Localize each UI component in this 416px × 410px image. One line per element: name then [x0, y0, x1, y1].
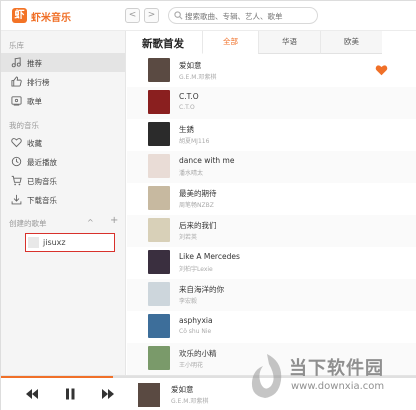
sidebar: 乐库 推荐 排行榜 歌单 我的音乐 收藏 最近播放 已购音乐 下载音乐 创建的歌…	[1, 31, 126, 375]
song-artist[interactable]: Cö shu Nie	[179, 328, 211, 335]
song-artist[interactable]: 潘水晴太	[179, 168, 203, 177]
tab-all[interactable]: 全部	[202, 31, 258, 54]
song-artist[interactable]: 王小明花	[179, 360, 203, 369]
collapse-toggle[interactable]: ^	[87, 218, 94, 227]
downxia-logo	[251, 354, 282, 398]
sidebar-item-label: 下载音乐	[27, 196, 57, 205]
song-artist[interactable]: 刘柏宇Lexie	[179, 264, 213, 273]
sidebar-item-label: 已购音乐	[27, 177, 57, 186]
album-cover[interactable]	[148, 122, 170, 146]
sidebar-item-favorites[interactable]: 收藏	[1, 133, 125, 152]
song-title[interactable]: 后来的我们	[179, 220, 217, 231]
album-cover[interactable]	[148, 250, 170, 274]
download-icon	[11, 194, 22, 205]
title-bar: 虾 虾米音乐 < >	[1, 1, 416, 31]
search-box[interactable]	[168, 7, 318, 24]
music-note-icon	[11, 57, 21, 68]
album-cover[interactable]	[148, 282, 170, 306]
now-playing-cover[interactable]	[138, 383, 160, 407]
back-button[interactable]: <	[125, 8, 140, 23]
song-title[interactable]: 来自海洋的你	[179, 284, 224, 295]
song-row[interactable]: 爱如意 G.E.M.邓紫棋	[127, 55, 416, 87]
prev-icon[interactable]	[25, 388, 39, 400]
tab-western[interactable]: 欧美	[320, 31, 382, 54]
song-title[interactable]: 生銹	[179, 124, 194, 135]
song-title[interactable]: asphyxia	[179, 316, 213, 325]
song-artist[interactable]: G.E.M.邓紫棋	[179, 72, 216, 81]
watermark-url: www.downxia.com	[291, 381, 385, 392]
sidebar-item-recommend[interactable]: 推荐	[1, 53, 125, 72]
song-row[interactable]: 生銹 胡夏MJ116	[127, 119, 416, 151]
song-artist[interactable]: 刘若英	[179, 232, 197, 241]
app-name: 虾米音乐	[31, 13, 71, 24]
heart-outline-icon	[11, 138, 22, 148]
search-input[interactable]	[185, 9, 315, 23]
song-title[interactable]: Like A Mercedes	[179, 252, 240, 261]
next-icon[interactable]	[101, 388, 115, 400]
sidebar-item-playlists[interactable]: 歌单	[1, 91, 125, 110]
now-playing-title: 爱如意	[171, 385, 194, 394]
forward-button[interactable]: >	[144, 8, 159, 23]
sidebar-item-charts[interactable]: 排行榜	[1, 72, 125, 91]
song-row[interactable]: 来自海洋的你 李宏毅	[127, 279, 416, 311]
album-cover[interactable]	[148, 58, 170, 82]
playlist-icon	[11, 96, 22, 106]
sidebar-item-recent[interactable]: 最近播放	[1, 152, 125, 171]
my-music-section-label: 我的音乐	[9, 121, 39, 130]
sidebar-item-purchased[interactable]: 已购音乐	[1, 171, 125, 190]
playlist-item[interactable]: jisuxz	[25, 233, 115, 252]
song-artist[interactable]: C.T.O	[179, 104, 195, 111]
tab-chinese[interactable]: 华语	[258, 31, 320, 54]
thumbs-up-icon	[11, 76, 22, 87]
watermark-name: 当下软件园	[289, 358, 384, 379]
album-cover[interactable]	[148, 346, 170, 370]
song-title[interactable]: 最美的期待	[179, 188, 217, 199]
album-cover[interactable]	[148, 186, 170, 210]
heart-icon[interactable]	[375, 64, 388, 76]
album-cover[interactable]	[148, 90, 170, 114]
song-artist[interactable]: 胡夏MJ116	[179, 136, 209, 145]
clock-icon	[11, 156, 22, 167]
song-row[interactable]: 后来的我们 刘若英	[127, 215, 416, 247]
search-icon	[174, 11, 183, 20]
sidebar-item-label: 推荐	[27, 59, 42, 68]
song-row[interactable]: C.T.O C.T.O	[127, 87, 416, 119]
song-title[interactable]: 爱如意	[179, 60, 202, 71]
sidebar-item-downloads[interactable]: 下载音乐	[1, 190, 125, 209]
song-title[interactable]: C.T.O	[179, 92, 199, 101]
sidebar-item-label: 最近播放	[27, 158, 57, 167]
site-watermark: 当下软件园 www.downxia.com	[247, 351, 415, 407]
library-section-label: 乐库	[9, 41, 24, 50]
created-playlists-label: 创建的歌单	[9, 219, 47, 228]
song-artist[interactable]: 周笔畅NZBZ	[179, 200, 214, 209]
song-row[interactable]: dance with me 潘水晴太	[127, 151, 416, 183]
song-title[interactable]: dance with me	[179, 156, 234, 165]
app-logo: 虾	[12, 8, 27, 23]
sidebar-item-label: 排行榜	[27, 78, 50, 87]
add-playlist-button[interactable]: +	[110, 215, 118, 226]
sidebar-item-label: 歌单	[27, 97, 42, 106]
page-title: 新歌首发	[142, 38, 184, 50]
song-artist[interactable]: 李宏毅	[179, 296, 197, 305]
cart-icon	[11, 175, 22, 186]
main-content: 新歌首发 全部 华语 欧美 爱如意 G.E.M.邓紫棋 C.T.O C.T.O 生銹 胡夏…	[127, 31, 416, 375]
album-cover[interactable]	[148, 218, 170, 242]
sidebar-item-label: 收藏	[27, 139, 42, 148]
pause-icon[interactable]	[63, 388, 77, 400]
album-cover[interactable]	[148, 154, 170, 178]
now-playing-artist: G.E.M.邓紫棋	[171, 398, 209, 405]
xiami-music-window: 虾 虾米音乐 < > 乐库 推荐 排行榜	[0, 0, 416, 410]
song-row[interactable]: Like A Mercedes 刘柏宇Lexie	[127, 247, 416, 279]
song-row[interactable]: asphyxia Cö shu Nie	[127, 311, 416, 343]
album-cover[interactable]	[148, 314, 170, 338]
song-title[interactable]: 欢乐的小精	[179, 348, 217, 359]
playlist-name: jisuxz	[43, 238, 66, 247]
progress-fill	[1, 376, 114, 378]
song-row[interactable]: 最美的期待 周笔畅NZBZ	[127, 183, 416, 215]
playlist-thumbnail	[28, 237, 39, 248]
